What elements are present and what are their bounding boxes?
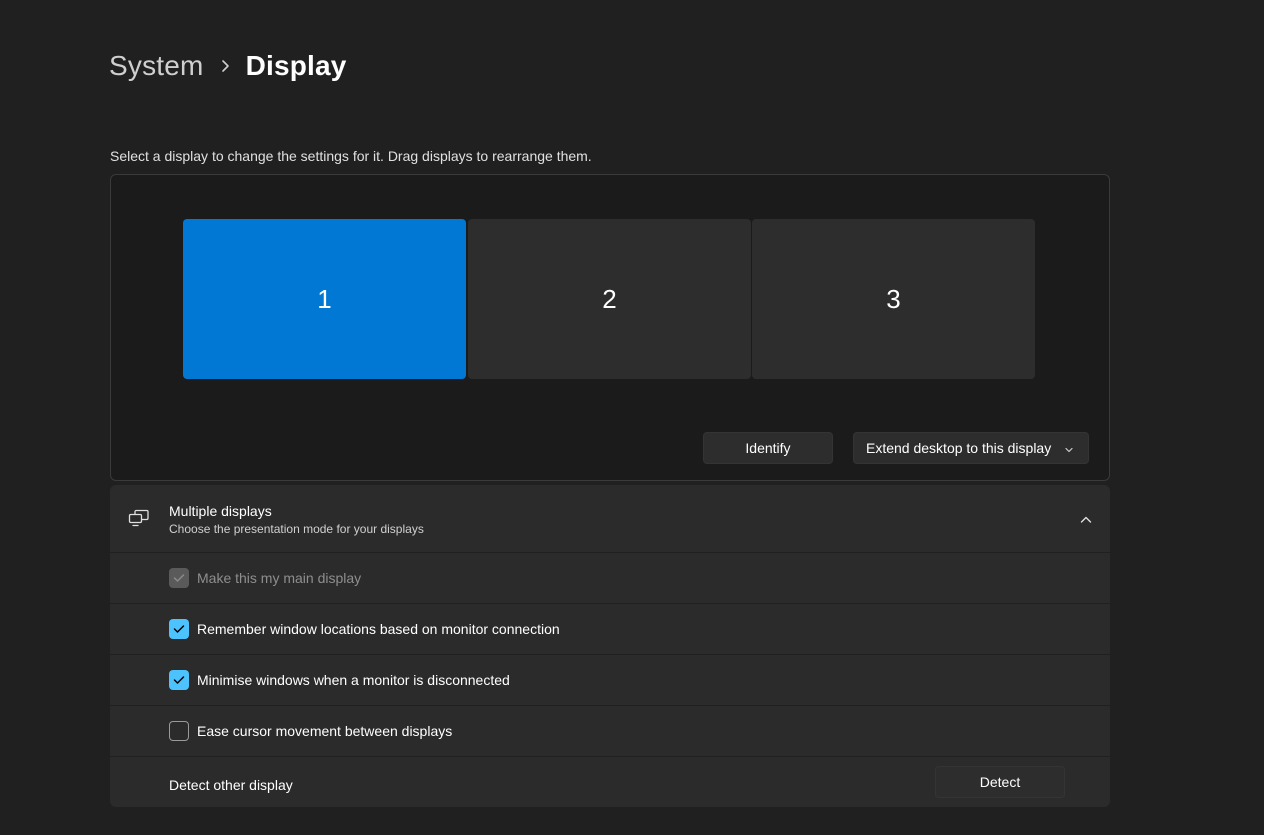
checkmark-icon — [173, 676, 185, 684]
display-settings-page: System Display Select a display to chang… — [0, 0, 1264, 835]
display-arrangement-panel: 1 2 3 Identify Extend desktop to this di… — [110, 174, 1110, 481]
checkmark-icon — [173, 574, 185, 582]
multiple-displays-icon — [128, 509, 150, 532]
minimise-windows-checkbox[interactable] — [169, 670, 189, 690]
option-ease-cursor[interactable]: Ease cursor movement between displays — [110, 706, 1110, 756]
main-display-checkbox — [169, 568, 189, 588]
dropdown-selected-value: Extend desktop to this display — [866, 440, 1052, 456]
detect-other-display-row: Detect other display Detect — [110, 757, 1110, 807]
monitor-label: 2 — [602, 283, 617, 314]
option-main-display: Make this my main display — [110, 553, 1110, 603]
ease-cursor-checkbox[interactable] — [169, 721, 189, 741]
checkmark-icon — [173, 625, 185, 633]
detect-label: Detect other display — [169, 777, 293, 793]
chevron-up-icon[interactable] — [1080, 512, 1092, 530]
option-label: Ease cursor movement between displays — [197, 723, 453, 739]
breadcrumb-system[interactable]: System — [109, 50, 204, 82]
section-subtitle: Choose the presentation mode for your di… — [169, 522, 424, 536]
detect-button[interactable]: Detect — [935, 766, 1065, 798]
option-label: Make this my main display — [197, 570, 362, 586]
monitor-3[interactable]: 3 — [752, 219, 1035, 379]
option-remember-window-locations[interactable]: Remember window locations based on monit… — [110, 604, 1110, 654]
arrangement-instruction: Select a display to change the settings … — [110, 148, 592, 164]
breadcrumb: System Display — [109, 44, 347, 88]
option-label: Minimise windows when a monitor is disco… — [197, 672, 510, 688]
monitor-1[interactable]: 1 — [183, 219, 466, 379]
monitor-label: 1 — [317, 283, 332, 314]
monitor-2[interactable]: 2 — [468, 219, 751, 379]
option-label: Remember window locations based on monit… — [197, 621, 560, 637]
chevron-right-icon — [204, 59, 246, 73]
page-title: Display — [245, 50, 347, 81]
extend-desktop-dropdown[interactable]: Extend desktop to this display — [853, 432, 1089, 464]
identify-button[interactable]: Identify — [703, 432, 833, 464]
multiple-displays-header[interactable]: Multiple displays Choose the presentatio… — [110, 485, 1110, 552]
monitor-label: 3 — [886, 283, 901, 314]
section-title: Multiple displays — [169, 503, 272, 519]
chevron-down-icon — [1064, 442, 1074, 458]
multiple-displays-section: Multiple displays Choose the presentatio… — [110, 485, 1110, 807]
option-minimise-windows[interactable]: Minimise windows when a monitor is disco… — [110, 655, 1110, 705]
remember-locations-checkbox[interactable] — [169, 619, 189, 639]
